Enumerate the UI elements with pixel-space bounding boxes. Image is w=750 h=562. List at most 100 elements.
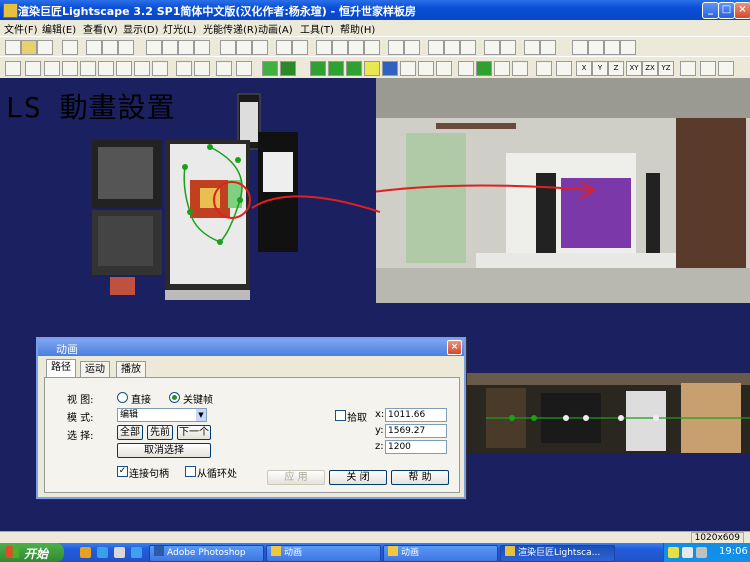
apply-button[interactable]: 应 用 [267,470,325,485]
quicklaunch-media-icon[interactable] [131,547,142,558]
start-button[interactable]: 开始 [0,543,64,562]
view-icon[interactable] [494,61,510,76]
light-copy-icon[interactable] [252,40,268,55]
light-edit-icon[interactable] [236,40,252,55]
menu-edit[interactable]: 编辑(E) [42,21,76,36]
pan-icon[interactable] [5,61,21,76]
network-icon[interactable] [682,547,693,558]
connect-handles-checkbox[interactable]: ✓ [117,466,128,477]
quicklaunch-explorer-icon[interactable] [80,547,91,558]
zoom-in-icon[interactable] [62,61,78,76]
cut-icon[interactable] [62,40,78,55]
menu-help[interactable]: 帮助(H) [340,21,375,36]
mode-select[interactable]: 编辑 ▼ [117,408,207,422]
view-direct-radio[interactable] [117,392,128,403]
reset-icon[interactable] [718,61,734,76]
task-animation-folder-1[interactable]: 动画 [266,545,381,562]
walk-view-icon[interactable] [44,61,60,76]
new-file-icon[interactable] [5,40,21,55]
select-next-button[interactable]: 下一个 [177,425,211,440]
layer-copy-icon[interactable] [364,40,380,55]
dialog-title-bar[interactable]: 动画 × [38,339,464,356]
lights-icon[interactable] [418,61,434,76]
grid-icon[interactable] [176,61,192,76]
menu-file[interactable]: 文件(F) [4,21,38,36]
print-icon[interactable] [86,40,102,55]
x-coordinate-input[interactable]: 1011.66 [385,408,447,422]
transform-icon[interactable] [484,40,500,55]
menu-light[interactable]: 灯光(L) [163,21,196,36]
minimize-button[interactable]: _ [702,2,719,19]
close-dialog-button[interactable]: 关 闭 [329,470,387,485]
task-animation-folder-2[interactable]: 动画 [383,545,498,562]
tab-playback[interactable]: 播放 [116,361,146,378]
dialog-close-button[interactable]: × [447,340,462,355]
menu-radiosity[interactable]: 光能传递(R) [203,21,258,36]
materials-icon[interactable] [400,61,416,76]
box-icon[interactable] [216,61,232,76]
corridor-view[interactable] [426,373,750,511]
tab-path[interactable]: 路径 [46,359,76,378]
zoom-window-icon[interactable] [98,61,114,76]
render-icon[interactable] [310,61,326,76]
tool-c-icon[interactable] [540,40,556,55]
settings-icon[interactable] [102,40,118,55]
tools-icon[interactable] [512,61,528,76]
menu-view[interactable]: 查看(V) [83,21,118,36]
layers-icon[interactable] [458,61,474,76]
help-button[interactable]: 帮 助 [391,470,449,485]
tool-a-icon[interactable] [500,40,516,55]
axis-yz-button[interactable]: YZ [658,61,674,76]
zoom-all-icon[interactable] [134,61,150,76]
shaded-icon[interactable] [280,61,296,76]
refresh-icon[interactable] [700,61,716,76]
z-coordinate-input[interactable]: 1200 [385,440,447,454]
layer-edit-icon[interactable] [332,40,348,55]
texture-icon[interactable] [382,61,398,76]
highlight-icon[interactable] [364,61,380,76]
render-b-icon[interactable] [328,61,344,76]
light-icon[interactable] [220,40,236,55]
copy-icon[interactable] [388,40,404,55]
orbit-icon[interactable] [25,61,41,76]
link-icon[interactable] [460,40,476,55]
task-lightscape[interactable]: 渲染巨匠Lightsca... [500,545,615,562]
select-previous-button[interactable]: 先前 [147,425,173,440]
maximize-button[interactable]: □ [718,2,735,19]
quicklaunch-desktop-icon[interactable] [114,547,125,558]
solid-green-icon[interactable] [262,61,278,76]
camera-icon[interactable] [436,61,452,76]
select-all-button[interactable]: 全部 [117,425,143,440]
select-mode-icon[interactable] [146,40,162,55]
block-icon[interactable] [194,40,210,55]
pointer-icon[interactable] [276,40,292,55]
box-outline-icon[interactable] [236,61,252,76]
volume-icon[interactable] [696,547,707,558]
flip-icon[interactable] [680,61,696,76]
save-icon[interactable] [37,40,53,55]
deselect-button[interactable]: 取消选择 [117,443,211,458]
globe-icon[interactable] [476,61,492,76]
ungroup-icon[interactable] [444,40,460,55]
move-icon[interactable] [536,61,552,76]
axis-x-button[interactable]: X [576,61,592,76]
warning-icon[interactable] [668,547,679,558]
zoom-out-icon[interactable] [80,61,96,76]
y-coordinate-input[interactable]: 1569.27 [385,424,447,438]
open-folder-icon[interactable] [21,40,37,55]
wireframe-icon[interactable] [194,61,210,76]
quicklaunch-ie-icon[interactable] [97,547,108,558]
person-icon[interactable] [620,40,636,55]
walk-icon[interactable] [572,40,588,55]
menu-display[interactable]: 显示(D) [123,21,159,36]
view-keyframe-radio[interactable] [169,392,180,403]
undo-view-icon[interactable] [152,61,168,76]
from-loop-checkbox[interactable] [185,466,196,477]
layer-icon[interactable] [316,40,332,55]
axis-zx-button[interactable]: ZX [642,61,658,76]
rotate-icon[interactable] [292,40,308,55]
run-icon[interactable] [588,40,604,55]
stop-icon[interactable] [604,40,620,55]
task-photoshop[interactable]: Adobe Photoshop [149,545,264,562]
axis-y-button[interactable]: Y [592,61,608,76]
